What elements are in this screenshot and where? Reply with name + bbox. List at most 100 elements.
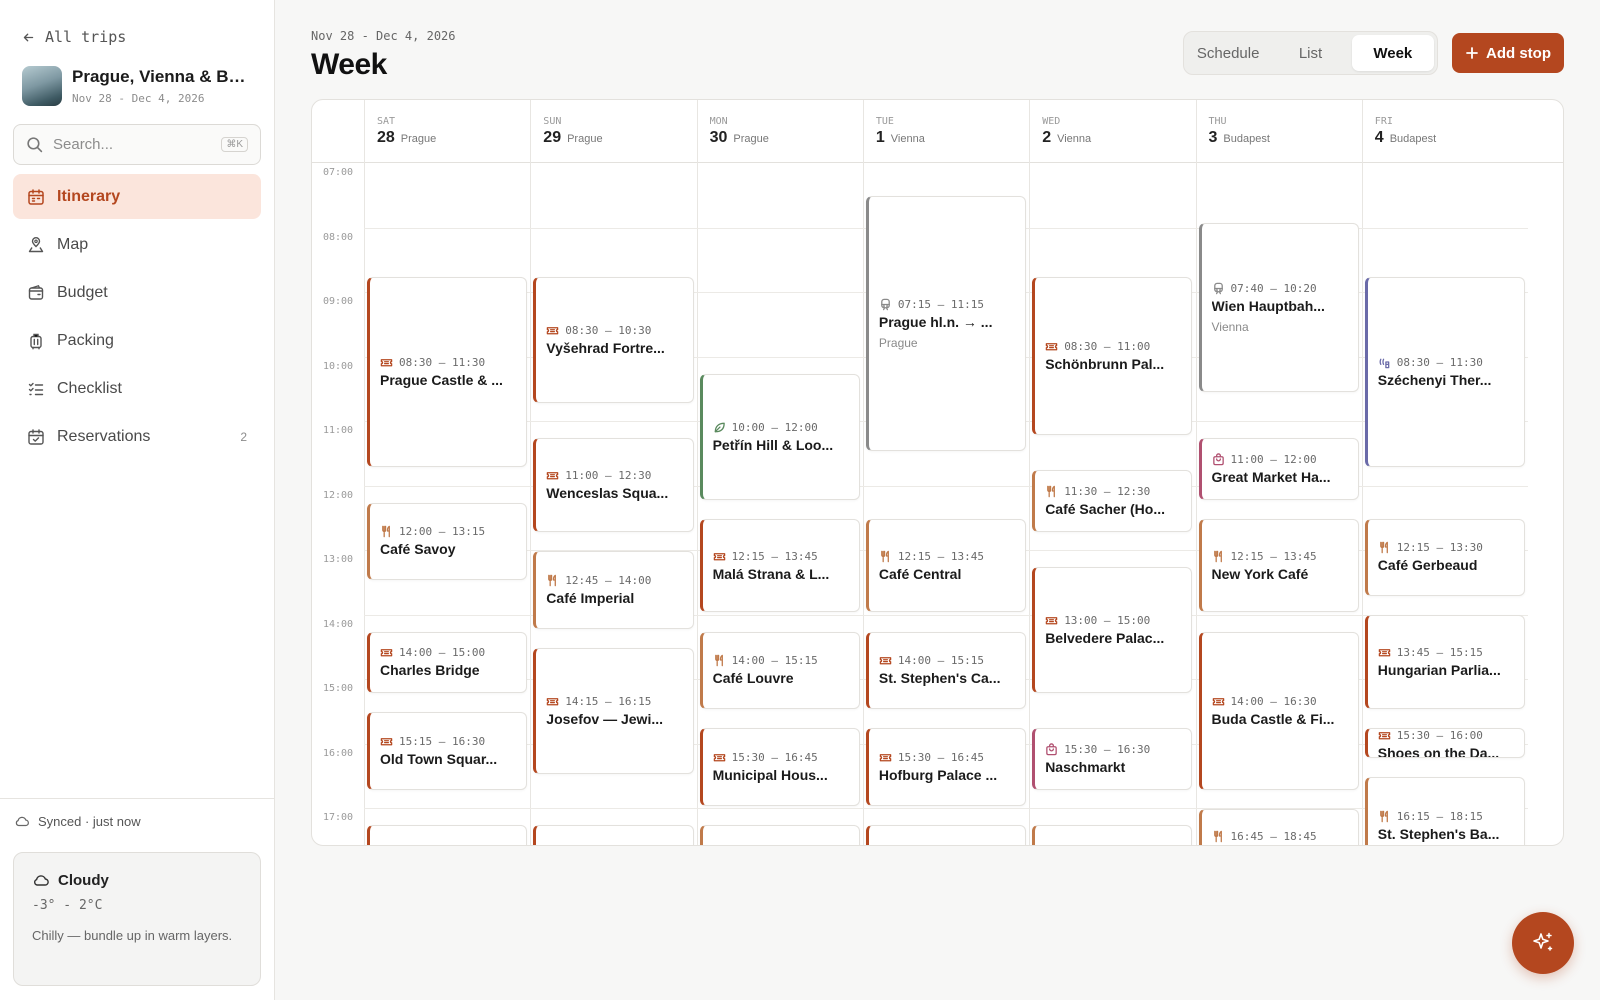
sync-status-text: Synced · just now — [38, 813, 141, 829]
event-card[interactable]: 17:00 – 18:30 — [699, 825, 860, 845]
day-city: Vienna — [1057, 133, 1092, 145]
day-of-week: THU — [1208, 116, 1227, 127]
day-header: THU 3 Budapest — [1195, 100, 1362, 163]
day-city: Prague — [733, 133, 769, 145]
event-title: Prague Castle & ... — [380, 372, 503, 388]
arrow-left-icon — [22, 31, 35, 44]
event-card[interactable]: 10:00 – 12:00 Petřín Hill & Loo... — [699, 373, 860, 500]
fork-knife-icon — [1378, 541, 1391, 554]
event-card[interactable] — [865, 825, 1027, 845]
ticket-icon — [713, 751, 726, 764]
fork-knife-icon — [1378, 810, 1391, 823]
event-card[interactable]: 14:00 – 15:15 St. Stephen's Ca... — [865, 631, 1027, 710]
day-city: Vienna — [890, 133, 925, 145]
event-card[interactable]: 07:15 – 11:15 Prague hl.n. → ... Prague — [865, 196, 1027, 452]
event-time: 12:15 – 13:45 — [731, 549, 818, 563]
event-card[interactable]: 12:15 – 13:45 Malá Strana & L... — [699, 518, 860, 613]
event-title: Naschmarkt — [1045, 759, 1126, 775]
fork-knife-icon — [879, 550, 892, 563]
event-card[interactable]: 15:15 – 16:30 Old Town Squar... — [367, 712, 528, 790]
day-of-week: WED — [1042, 116, 1061, 127]
event-card[interactable]: 12:15 – 13:45 Café Central — [865, 518, 1027, 613]
day-city: Prague — [567, 133, 603, 145]
week-calendar: SAT 28 Prague SUN 29 Prague MON 30 Prague TUE 1 Vie… — [311, 99, 1564, 846]
ticket-icon — [713, 550, 726, 563]
event-card[interactable]: 17:00 – 18:30 — [1032, 825, 1193, 845]
event-card[interactable]: 07:40 – 10:20 Wien Hauptbah... Vienna — [1198, 223, 1359, 392]
event-card[interactable]: 14:00 – 16:30 Buda Castle & Fi... — [1198, 631, 1359, 790]
event-card[interactable]: 15:30 – 16:30 Naschmarkt — [1032, 728, 1193, 790]
event-card[interactable]: 08:30 – 11:30 Prague Castle & ... — [367, 276, 528, 468]
event-card[interactable]: 12:15 – 13:45 New York Café — [1198, 518, 1359, 613]
event-title: Shoes on the Da... — [1377, 745, 1500, 757]
event-card[interactable]: 13:45 – 15:15 Hungarian Parlia... — [1364, 615, 1526, 710]
event-time: 15:30 – 16:45 — [897, 751, 984, 765]
event-time: 16:15 – 18:15 — [1396, 809, 1483, 823]
event-title: Buda Castle & Fi... — [1211, 710, 1335, 727]
weather-note: Chilly — bundle up in warm layers. — [32, 928, 233, 943]
view-tab-schedule[interactable]: Schedule — [1187, 35, 1269, 71]
add-stop-button[interactable]: Add stop — [1452, 33, 1564, 73]
event-title: Belvedere Palac... — [1045, 630, 1165, 646]
calendar-icon — [27, 188, 45, 206]
sidebar-item-reservations[interactable]: Reservations 2 — [13, 414, 261, 459]
search-input[interactable]: Search... ⌘K — [13, 124, 261, 165]
event-card[interactable]: 14:00 – 15:15 Café Louvre — [699, 631, 860, 710]
trip-header[interactable]: Prague, Vienna & Budapest Nov 28 - Dec 4… — [22, 66, 247, 106]
event-title: St. Stephen's Ca... — [878, 670, 1001, 687]
event-card[interactable]: 11:00 – 12:30 Wenceslas Squa... — [533, 438, 694, 532]
event-time: 11:30 – 12:30 — [1064, 485, 1151, 498]
ai-assistant-button[interactable] — [1512, 912, 1574, 974]
sidebar-item-label: Checklist — [57, 379, 122, 397]
event-card[interactable]: 08:30 – 10:30 Vyšehrad Fortre... — [533, 276, 694, 403]
event-card[interactable]: 15:30 – 16:00 Shoes on the Da... — [1364, 728, 1526, 758]
event-card[interactable]: 14:15 – 16:15 Josefov — Jewi... — [533, 647, 694, 774]
event-card[interactable]: 11:00 – 12:00 Great Market Ha... — [1198, 438, 1359, 500]
event-card[interactable]: 12:15 – 13:30 Café Gerbeaud — [1364, 518, 1526, 597]
sidebar: All trips Prague, Vienna & Budapest Nov … — [0, 0, 275, 1000]
event-title: Wenceslas Squa... — [546, 484, 669, 501]
ticket-icon — [1378, 646, 1391, 659]
event-location: Vienna — [1211, 319, 1249, 334]
fork-knife-icon — [1045, 485, 1058, 498]
event-title: Josefov — Jewi... — [546, 710, 664, 727]
ticket-icon — [546, 324, 559, 337]
event-card[interactable] — [533, 825, 694, 845]
sidebar-item-checklist[interactable]: Checklist — [13, 366, 261, 411]
hour-label: 08:00 — [322, 231, 354, 243]
day-number: 2 — [1042, 129, 1052, 146]
event-time: 13:00 – 15:00 — [1064, 614, 1151, 627]
event-title: Café Louvre — [712, 670, 794, 687]
event-card[interactable] — [367, 825, 528, 845]
sidebar-item-budget[interactable]: Budget — [13, 270, 261, 315]
ticket-icon — [1045, 614, 1058, 627]
event-card[interactable]: 14:00 – 15:00 Charles Bridge — [367, 631, 528, 693]
event-card[interactable]: 16:45 – 18:45 — [1198, 808, 1359, 845]
sync-status: Synced · just now — [0, 798, 275, 843]
event-card[interactable]: 16:15 – 18:15 St. Stephen's Ba... — [1364, 776, 1526, 845]
event-card[interactable]: 08:30 – 11:00 Schönbrunn Pal... — [1032, 276, 1193, 435]
sidebar-item-label: Itinerary — [57, 187, 121, 205]
event-card[interactable]: 13:00 – 15:00 Belvedere Palac... — [1032, 567, 1193, 693]
sidebar-item-packing[interactable]: Packing — [13, 318, 261, 363]
event-card[interactable]: 11:30 – 12:30 Café Sacher (Ho... — [1032, 470, 1193, 532]
all-trips-link[interactable]: All trips — [22, 28, 126, 46]
event-title: Café Savoy — [380, 541, 456, 558]
weather-condition: Cloudy — [58, 871, 109, 889]
view-tab-week[interactable]: Week — [1351, 35, 1434, 71]
event-card[interactable]: 15:30 – 16:45 Municipal Hous... — [699, 728, 860, 806]
event-title: Vyšehrad Fortre... — [546, 339, 665, 356]
event-card[interactable]: 12:00 – 13:15 Café Savoy — [367, 502, 528, 581]
event-card[interactable]: 12:45 – 14:00 Café Imperial — [533, 550, 694, 629]
sidebar-item-label: Budget — [57, 283, 108, 301]
view-tab-list[interactable]: List — [1269, 35, 1351, 71]
event-time: 08:30 – 10:30 — [565, 323, 652, 337]
sidebar-item-itinerary[interactable]: Itinerary — [13, 174, 261, 219]
ticket-icon — [1212, 695, 1225, 708]
event-time: 10:00 – 12:00 — [731, 420, 818, 434]
sidebar-item-label: Packing — [57, 331, 114, 349]
event-time: 15:15 – 16:30 — [399, 734, 486, 748]
sidebar-item-map[interactable]: Map — [13, 222, 261, 267]
event-card[interactable]: 08:30 – 11:30 Széchenyi Ther... — [1364, 276, 1526, 468]
event-card[interactable]: 15:30 – 16:45 Hofburg Palace ... — [865, 728, 1027, 806]
